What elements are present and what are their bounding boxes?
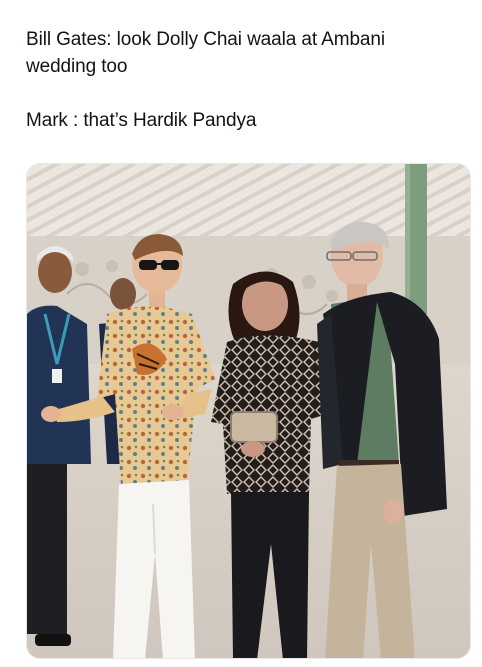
- tweet-text: Bill Gates: look Dolly Chai waala at Amb…: [26, 26, 466, 134]
- tweet-media-photo[interactable]: [26, 163, 471, 659]
- tweet-line-1: Bill Gates: look Dolly Chai waala at Amb…: [26, 29, 385, 50]
- tweet-line-2: wedding too: [26, 56, 128, 77]
- tweet-line-3: Mark : that’s Hardik Pandya: [26, 110, 257, 131]
- event-photo-icon: [27, 164, 470, 658]
